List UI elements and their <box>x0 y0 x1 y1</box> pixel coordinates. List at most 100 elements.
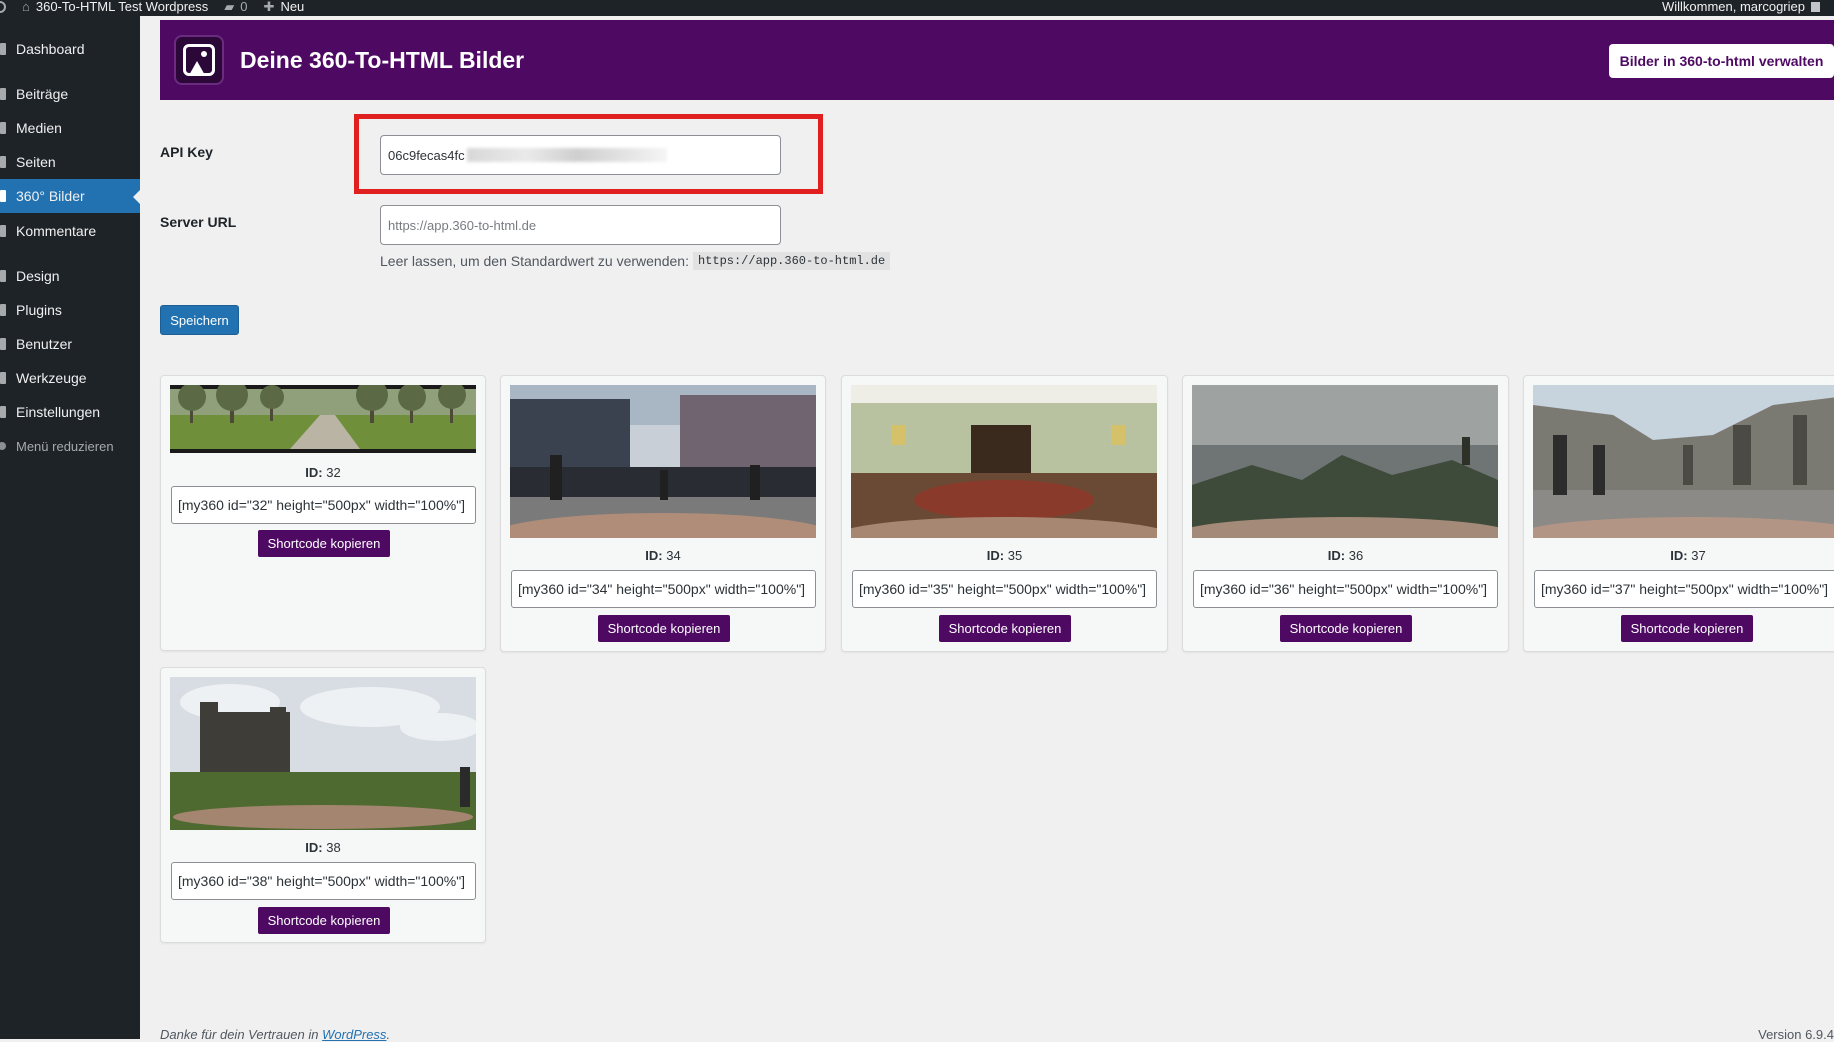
image-id-value: 35 <box>1007 548 1023 563</box>
copy-shortcode-button[interactable]: Shortcode kopieren <box>939 615 1071 642</box>
sidebar-item-design[interactable]: Design <box>0 259 140 293</box>
shortcode-field[interactable]: [my360 id="38" height="500px" width="100… <box>171 862 476 900</box>
sidebar-collapse-menu[interactable]: Menü reduzieren <box>0 429 140 463</box>
image-id-value: 36 <box>1348 548 1364 563</box>
panorama-thumbnail[interactable] <box>851 385 1157 538</box>
image-id-label: ID: <box>1327 548 1346 563</box>
plugin-logo-icon <box>174 35 224 85</box>
image-card: ID: 38 [my360 id="38" height="500px" wid… <box>160 667 486 943</box>
image-id-value: 34 <box>666 548 681 563</box>
image-id-value: 38 <box>326 840 341 855</box>
account-menu[interactable]: Willkommen, marcogriep <box>1662 0 1820 14</box>
sidebar-item-label: Plugins <box>16 302 62 318</box>
brush-icon <box>0 270 6 282</box>
page-title: Deine 360-To-HTML Bilder <box>240 46 525 73</box>
sidebar-item-benutzer[interactable]: Benutzer <box>0 327 140 361</box>
image-card: ID: 36 [my360 id="36" height="500px" wid… <box>1182 375 1509 652</box>
sidebar-item-werkzeuge[interactable]: Werkzeuge <box>0 361 140 395</box>
server-url-hint: Leer lassen, um den Standardwert zu verw… <box>380 252 891 270</box>
image-id-label: ID: <box>1670 548 1688 563</box>
sidebar-item-label: Design <box>16 268 60 284</box>
image-id-label: ID: <box>986 548 1005 563</box>
footer-thanks-text: Danke für dein Vertrauen in <box>160 1027 319 1042</box>
shortcode-field[interactable]: [my360 id="34" height="500px" width="100… <box>511 570 816 608</box>
copy-shortcode-button[interactable]: Shortcode kopieren <box>258 530 390 557</box>
pin-icon <box>0 88 6 100</box>
sidebar-item-label: Seiten <box>16 154 56 170</box>
comment-bubble-icon: ▰ <box>224 0 235 14</box>
image-id-label: ID: <box>305 465 323 480</box>
site-name-label: 360-To-HTML Test Wordpress <box>35 0 209 14</box>
sidebar-item-label: Kommentare <box>16 223 97 239</box>
image-card: ID: 32 [my360 id="32" height="500px" wid… <box>160 375 486 651</box>
sidebar-item-360-bilder[interactable]: 360° Bilder <box>0 179 141 213</box>
server-url-input[interactable]: https://app.360-to-html.de <box>380 205 781 245</box>
image-card: ID: 37 [my360 id="37" height="500px" wid… <box>1523 375 1834 652</box>
image-id: ID: 34 <box>501 548 825 563</box>
copy-shortcode-button[interactable]: Shortcode kopieren <box>258 907 390 934</box>
image-id-value: 32 <box>326 465 341 480</box>
sidebar-item-medien[interactable]: Medien <box>0 111 140 145</box>
dashboard-icon <box>0 43 6 55</box>
image-id: ID: 32 <box>161 465 485 480</box>
new-content-link[interactable]: ✚ Neu <box>264 0 305 14</box>
admin-sidebar: Dashboard Beiträge Medien Seiten 360° Bi… <box>0 16 141 1039</box>
panorama-thumbnail[interactable] <box>1192 385 1498 538</box>
plugin-icon <box>0 304 6 316</box>
sidebar-item-plugins[interactable]: Plugins <box>0 293 140 327</box>
admin-bar: ⌂ 360-To-HTML Test Wordpress ▰ 0 ✚ Neu W… <box>0 0 1834 16</box>
shortcode-field[interactable]: [my360 id="32" height="500px" width="100… <box>171 486 476 524</box>
sidebar-item-label: Menü reduzieren <box>16 438 114 454</box>
image-id: ID: 36 <box>1183 548 1508 563</box>
greeting-text: Willkommen, marcogriep <box>1661 0 1805 14</box>
copy-shortcode-button[interactable]: Shortcode kopieren <box>1621 615 1753 642</box>
image-icon <box>0 190 6 202</box>
hint-text: Leer lassen, um den Standardwert zu verw… <box>380 253 689 269</box>
wordpress-logo-icon[interactable] <box>0 1 6 13</box>
sidebar-item-beitraege[interactable]: Beiträge <box>0 77 140 111</box>
comments-count: 0 <box>240 0 248 14</box>
sidebar-item-dashboard[interactable]: Dashboard <box>0 32 140 66</box>
home-icon: ⌂ <box>22 0 30 14</box>
sidebar-item-label: Medien <box>16 120 62 136</box>
sidebar-item-label: Benutzer <box>16 336 73 352</box>
copy-shortcode-button[interactable]: Shortcode kopieren <box>598 615 730 642</box>
copy-shortcode-button[interactable]: Shortcode kopieren <box>1280 615 1412 642</box>
shortcode-field[interactable]: [my360 id="36" height="500px" width="100… <box>1193 570 1498 608</box>
media-icon <box>0 122 6 134</box>
panorama-thumbnail[interactable] <box>170 385 476 453</box>
users-icon <box>0 338 6 350</box>
sidebar-item-label: Beiträge <box>16 86 69 102</box>
panorama-thumbnail[interactable] <box>170 677 476 830</box>
hint-code: https://app.360-to-html.de <box>692 252 891 270</box>
shortcode-field[interactable]: [my360 id="35" height="500px" width="100… <box>852 570 1157 608</box>
collapse-icon <box>0 442 6 450</box>
sidebar-item-label: 360° Bilder <box>16 188 85 204</box>
settings-icon <box>0 406 6 418</box>
sidebar-item-label: Einstellungen <box>16 404 101 420</box>
avatar <box>1811 2 1820 12</box>
new-label: Neu <box>280 0 305 14</box>
save-button[interactable]: Speichern <box>160 305 239 335</box>
wordpress-link[interactable]: WordPress <box>322 1027 386 1042</box>
plugin-header: Deine 360-To-HTML Bilder Bilder in 360-t… <box>160 20 1834 100</box>
shortcode-field[interactable]: [my360 id="37" height="500px" width="100… <box>1534 570 1834 608</box>
manage-images-button[interactable]: Bilder in 360-to-html verwalten <box>1609 44 1834 78</box>
panorama-thumbnail[interactable] <box>1533 385 1834 538</box>
sidebar-item-seiten[interactable]: Seiten <box>0 145 140 179</box>
image-id: ID: 35 <box>842 548 1167 563</box>
image-card: ID: 35 [my360 id="35" height="500px" wid… <box>841 375 1168 652</box>
page-icon <box>0 156 6 168</box>
footer-version: Version 6.9.4 <box>1758 1027 1834 1042</box>
comments-link[interactable]: ▰ 0 <box>224 0 247 14</box>
sidebar-item-einstellungen[interactable]: Einstellungen <box>0 395 140 429</box>
panorama-thumbnail[interactable] <box>510 385 816 538</box>
sidebar-item-kommentare[interactable]: Kommentare <box>0 214 140 248</box>
image-id: ID: 38 <box>161 840 485 855</box>
image-id-label: ID: <box>645 548 663 563</box>
comment-icon <box>0 225 6 237</box>
server-url-label: Server URL <box>160 214 237 230</box>
site-name-link[interactable]: ⌂ 360-To-HTML Test Wordpress <box>22 0 208 14</box>
image-card: ID: 34 [my360 id="34" height="500px" wid… <box>500 375 826 652</box>
sidebar-item-label: Werkzeuge <box>16 370 87 386</box>
